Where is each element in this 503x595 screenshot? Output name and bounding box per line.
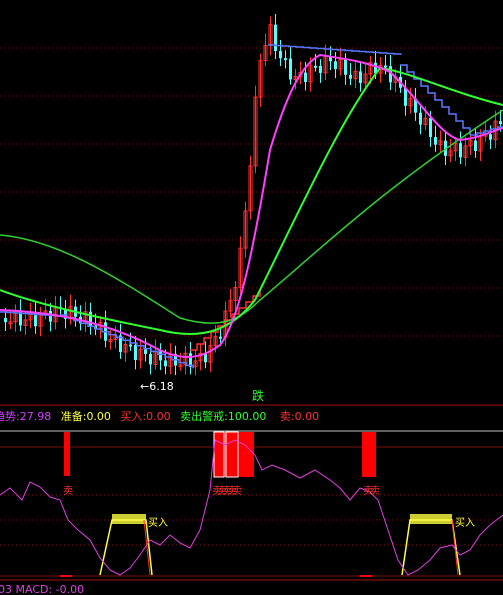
candle-body bbox=[334, 61, 337, 70]
candle-body bbox=[499, 121, 502, 125]
candle-body bbox=[279, 50, 282, 59]
step-line-blue bbox=[268, 44, 402, 55]
low-price-marker: ←6.18 bbox=[140, 380, 174, 393]
chart-window: ←6.18 跌 趋势:27.98 准备:0.00 买入:0.00 卖出警戒:10… bbox=[0, 0, 503, 595]
trend-label: 趋势: bbox=[0, 410, 20, 423]
candle-body bbox=[319, 65, 322, 73]
candle-body bbox=[274, 24, 277, 51]
candle-body bbox=[419, 112, 422, 125]
buy-zone-edge bbox=[143, 519, 459, 576]
candle-body bbox=[129, 344, 132, 347]
candle-body bbox=[434, 136, 437, 145]
candle-body bbox=[4, 318, 7, 323]
candle-body bbox=[134, 344, 137, 360]
macd-footer: 03 MACD: -0.00 bbox=[0, 583, 85, 595]
buy-zone-2 bbox=[401, 519, 461, 576]
candle-body bbox=[344, 59, 347, 75]
chart-canvas[interactable] bbox=[0, 0, 503, 595]
buy-zone-fill-1 bbox=[112, 514, 146, 524]
ma-long-line bbox=[0, 109, 503, 324]
arrow-left-icon: ← bbox=[140, 380, 150, 393]
sell-label: 卖: bbox=[279, 410, 295, 423]
ready-value: 0.00 bbox=[86, 410, 111, 423]
candle-body bbox=[164, 360, 167, 367]
sell-signal-bar bbox=[214, 432, 254, 477]
buy-value: 0.00 bbox=[146, 410, 171, 423]
sell-signal-3: 卖卖 bbox=[363, 486, 380, 497]
sell-value: 0.00 bbox=[294, 410, 320, 423]
sell-signal-2: 卖卖卖卖卖 bbox=[212, 486, 242, 497]
candle-body bbox=[314, 65, 317, 68]
candle-body bbox=[289, 58, 292, 80]
ready-label: 准备: bbox=[60, 410, 87, 423]
trend-value: 27.98 bbox=[19, 410, 52, 423]
candle-body bbox=[34, 313, 37, 327]
buy-signal-2: 买入 bbox=[455, 518, 475, 529]
fall-marker: 跌 bbox=[252, 389, 265, 403]
low-price-value: 6.18 bbox=[149, 380, 174, 393]
candle-body bbox=[459, 143, 462, 158]
sell-signal-1: 卖 bbox=[63, 486, 73, 497]
candle-body bbox=[359, 71, 362, 83]
candle-body bbox=[384, 65, 387, 68]
sell-signal-bar bbox=[64, 432, 70, 476]
indicator-lines bbox=[0, 431, 503, 577]
buy-label: 买入: bbox=[120, 410, 147, 423]
candle-body bbox=[429, 118, 432, 137]
candle-body bbox=[144, 349, 147, 354]
candle-body bbox=[489, 134, 492, 140]
sell-signal-bar bbox=[362, 432, 376, 477]
sell-warning-label: 卖出警戒: bbox=[180, 410, 228, 423]
baseline-mark bbox=[360, 575, 372, 577]
baseline-mark bbox=[60, 575, 72, 577]
candle-body bbox=[349, 74, 352, 79]
candle-body bbox=[149, 353, 152, 365]
candle-body bbox=[284, 58, 287, 61]
buy-signal-1: 买入 bbox=[148, 518, 168, 529]
candle-body bbox=[474, 140, 477, 151]
candle-body bbox=[159, 351, 162, 361]
buy-zone-fill-2 bbox=[410, 514, 452, 524]
indicator-header: 趋势:27.98 准备:0.00 买入:0.00 卖出警戒:100.00 卖:0… bbox=[0, 408, 320, 423]
candle-body bbox=[304, 72, 307, 82]
sell-warning-value: 100.00 bbox=[227, 410, 267, 423]
candle-body bbox=[219, 336, 222, 339]
